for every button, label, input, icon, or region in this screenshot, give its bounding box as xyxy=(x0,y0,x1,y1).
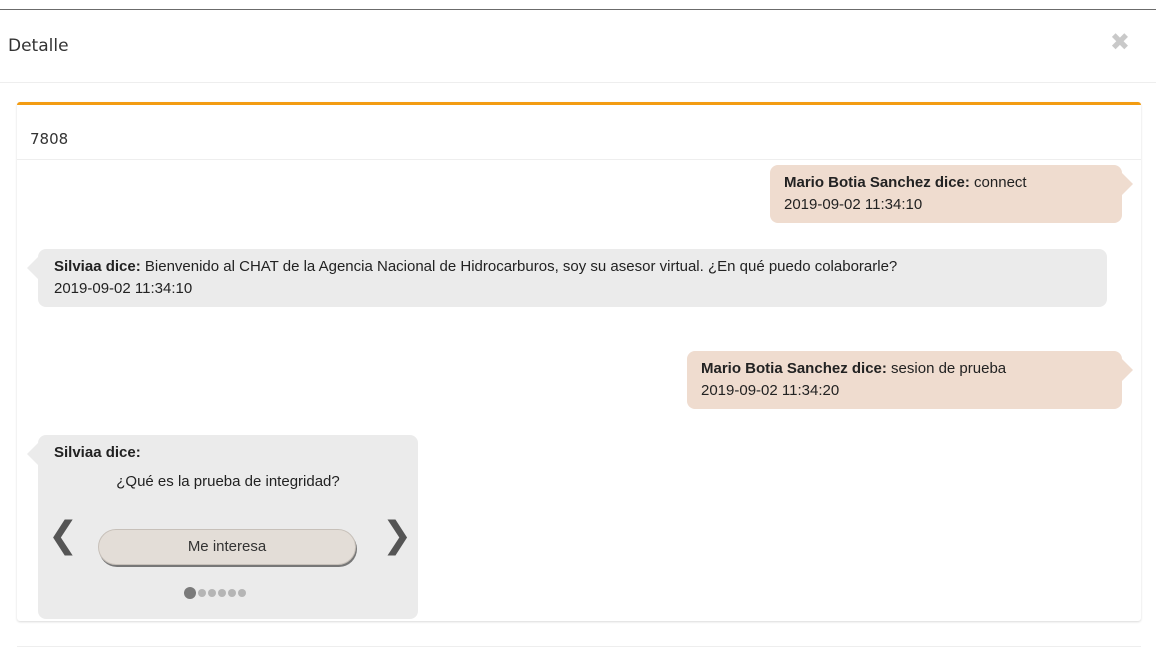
modal-header: Detalle ✖ xyxy=(0,10,1156,83)
message-text: Bienvenido al CHAT de la Agencia Naciona… xyxy=(144,258,898,275)
message-timestamp: 2019-09-02 11:34:10 xyxy=(54,280,193,297)
pagination-dot-active[interactable] xyxy=(184,587,196,599)
message-text: sesion de prueba xyxy=(891,360,1007,377)
message-sender: Silviaa dice: xyxy=(54,258,141,275)
message-timestamp: 2019-09-02 11:34:20 xyxy=(701,382,840,399)
panel-header: 7808 xyxy=(17,105,1141,160)
message-line: Silviaa dice: Bienvenido al CHAT de la A… xyxy=(54,256,1095,278)
chevron-right-icon[interactable]: ❯ xyxy=(382,517,412,553)
message-sender: Mario Botia Sanchez dice: xyxy=(784,174,970,191)
bot-message: Silviaa dice: Bienvenido al CHAT de la A… xyxy=(27,249,1107,307)
clipped-background-text xyxy=(332,0,436,9)
pagination-dot[interactable] xyxy=(208,589,216,597)
conversation-id: 7808 xyxy=(30,130,69,148)
pagination-dot[interactable] xyxy=(238,589,246,597)
modal-title: Detalle xyxy=(8,36,69,56)
footer-divider xyxy=(17,646,1141,647)
message-line: Mario Botia Sanchez dice: sesion de prue… xyxy=(701,358,1110,380)
message-timestamp: 2019-09-02 11:34:10 xyxy=(784,196,923,213)
chat-detail-panel: 7808 Mario Botia Sanchez dice: connect 2… xyxy=(17,102,1141,621)
pagination-dot[interactable] xyxy=(228,589,236,597)
close-icon[interactable]: ✖ xyxy=(1110,31,1130,55)
carousel-question: ¿Qué es la prueba de integridad? xyxy=(116,473,340,490)
pagination-dot[interactable] xyxy=(198,589,206,597)
message-line: Mario Botia Sanchez dice: connect xyxy=(784,172,1110,194)
chevron-left-icon[interactable]: ❮ xyxy=(48,517,78,553)
message-sender: Silviaa dice: xyxy=(54,442,406,464)
user-message: Mario Botia Sanchez dice: sesion de prue… xyxy=(687,351,1133,409)
message-text: connect xyxy=(974,174,1027,191)
sender-label: Silviaa dice: xyxy=(54,444,141,461)
pagination-dot[interactable] xyxy=(218,589,226,597)
message-sender: Mario Botia Sanchez dice: xyxy=(701,360,887,377)
bot-carousel-message: Silviaa dice: ¿Qué es la prueba de integ… xyxy=(27,435,418,619)
user-message: Mario Botia Sanchez dice: connect 2019-0… xyxy=(770,165,1133,223)
me-interesa-button[interactable]: Me interesa xyxy=(98,529,356,565)
